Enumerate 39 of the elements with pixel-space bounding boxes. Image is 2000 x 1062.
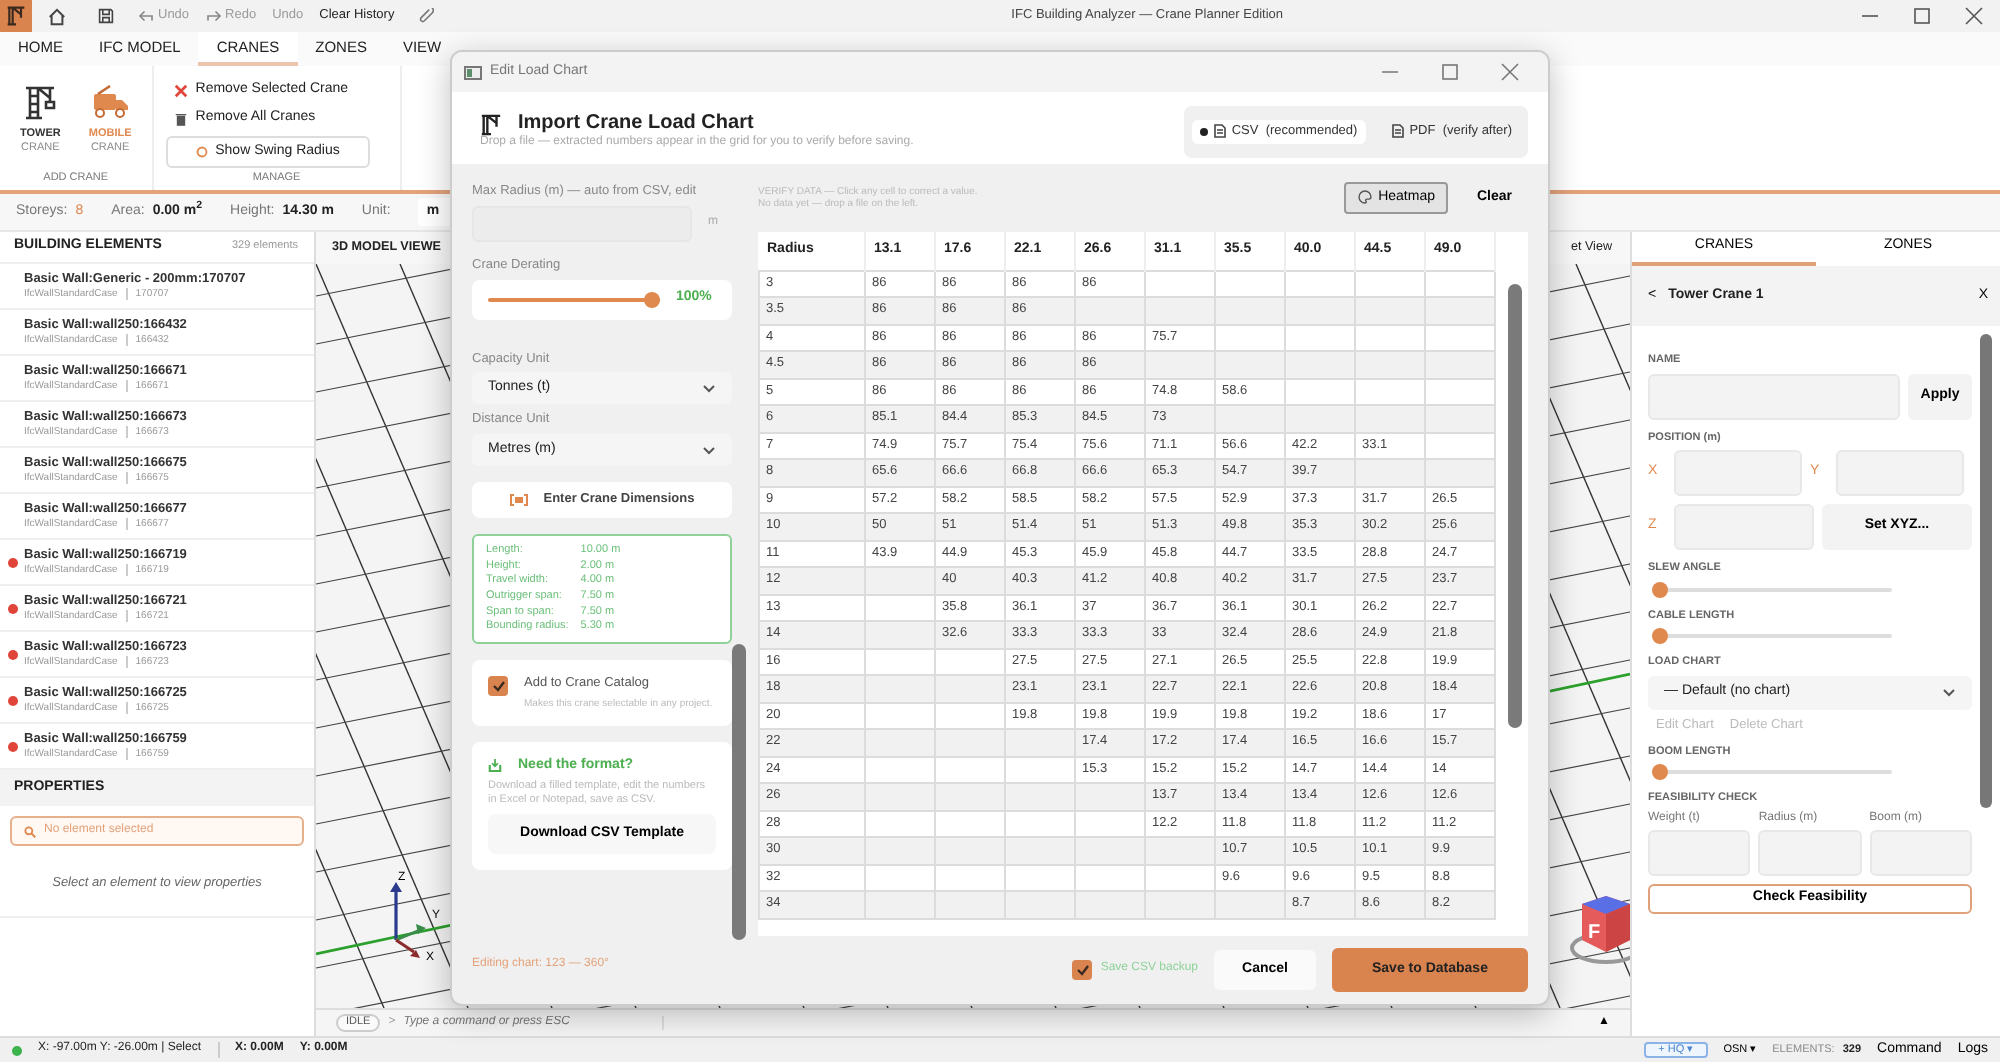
download-icon bbox=[488, 758, 502, 773]
slider-thumb[interactable] bbox=[644, 291, 660, 308]
paperclip-icon bbox=[418, 8, 435, 24]
palette-icon bbox=[1358, 190, 1373, 205]
trash-icon bbox=[173, 112, 188, 127]
chevron-down-icon bbox=[1942, 687, 1956, 698]
truck-icon bbox=[90, 84, 131, 120]
cube-face-label: F bbox=[1588, 922, 1601, 944]
frame-icon bbox=[509, 494, 528, 507]
slider-thumb[interactable] bbox=[1652, 764, 1668, 781]
checkbox[interactable] bbox=[1072, 960, 1093, 980]
tower-crane-icon bbox=[22, 84, 59, 120]
window-icon bbox=[464, 65, 482, 79]
document-icon bbox=[1213, 124, 1226, 139]
crane-icon bbox=[480, 113, 502, 136]
slider-thumb[interactable] bbox=[1652, 581, 1668, 598]
slider[interactable] bbox=[488, 291, 660, 308]
slider-thumb[interactable] bbox=[1652, 628, 1668, 645]
circle-icon bbox=[195, 145, 208, 158]
connection-icon bbox=[12, 1045, 22, 1055]
slider[interactable] bbox=[1652, 628, 1892, 645]
slider[interactable] bbox=[1652, 764, 1892, 781]
app-menu-button[interactable] bbox=[0, 0, 32, 32]
document-icon bbox=[1391, 124, 1404, 139]
dialog-title: Import Crane Load Chart bbox=[518, 112, 754, 136]
checkbox[interactable] bbox=[488, 675, 508, 696]
save-icon bbox=[98, 8, 114, 24]
slider[interactable] bbox=[1652, 581, 1892, 598]
chevron-down-icon bbox=[702, 445, 716, 456]
search-icon bbox=[24, 825, 36, 837]
close-icon bbox=[173, 83, 188, 98]
scrollbar-thumb[interactable] bbox=[1508, 284, 1522, 728]
undo-icon bbox=[138, 9, 154, 22]
redo-icon bbox=[205, 9, 222, 22]
home-icon bbox=[48, 7, 66, 25]
scrollbar-thumb[interactable] bbox=[1980, 334, 1992, 808]
crane-icon bbox=[6, 6, 26, 26]
scrollbar-thumb[interactable] bbox=[732, 644, 746, 940]
chevron-down-icon bbox=[702, 383, 716, 394]
